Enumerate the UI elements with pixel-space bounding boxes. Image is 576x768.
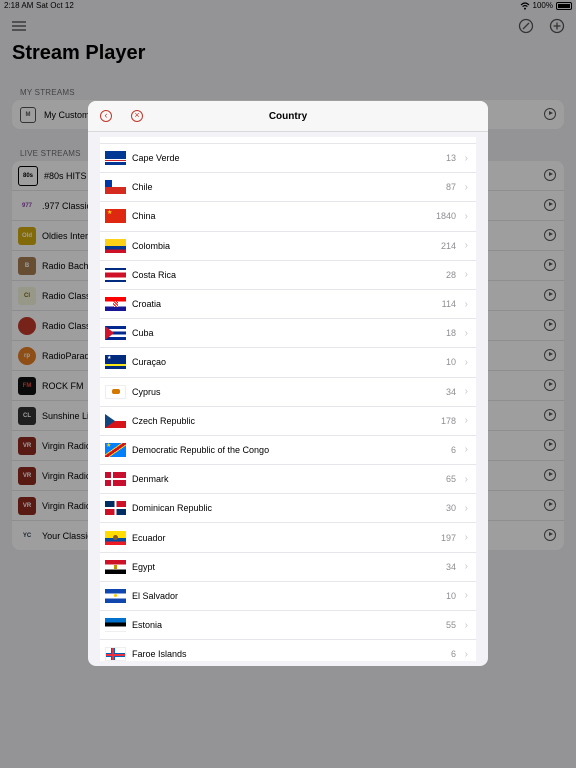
country-name: Czech Republic [132,415,196,426]
station-count: 1840 [435,211,456,222]
station-count: 65 [445,474,456,485]
country-name: Democratic Republic of the Congo [132,444,270,455]
chevron-right-icon: › [464,298,468,310]
country-name: Ecuador [132,532,166,543]
country-row[interactable]: ★ Democratic Republic of the Congo 6 › [100,436,476,466]
country-name: China [132,211,156,222]
flag-chile-icon [105,180,126,195]
station-count: 6 [450,444,456,455]
flag-curacao-icon: ★ [105,355,126,370]
flag-ecuador-icon [105,530,126,545]
country-row[interactable]: Egypt 34 › [100,553,476,582]
country-row[interactable]: Colombia 214 › [100,232,476,261]
flag-china-icon: ★ [105,209,126,224]
country-name: Croatia [132,299,162,310]
station-count: 6 [450,649,456,660]
modal-title: Country [268,111,308,122]
chevron-right-icon: › [464,181,468,193]
chevron-right-icon: › [464,327,468,339]
chevron-right-icon: › [464,502,468,514]
country-row[interactable]: Denmark 65 › [100,465,476,495]
flag-denmark-icon [105,472,126,487]
station-count: 114 [441,299,456,310]
chevron-right-icon: › [464,561,468,573]
country-name: Egypt [132,561,156,572]
flag-croatia-icon [105,297,126,312]
country-name: Costa Rica [132,269,177,280]
country-name: Cape Verde [132,153,180,164]
station-count: 34 [445,561,456,572]
flag-costa-rica-icon [105,267,126,282]
flag-cyprus-icon [105,384,126,399]
country-name: Colombia [132,240,171,251]
country-row[interactable]: ★ Curaçao 10 › [100,348,476,378]
country-name: Curaçao [132,357,167,368]
flag-dominican-republic-icon [105,501,126,516]
modal-header: ‹ × Country [88,101,488,132]
country-row[interactable]: El Salvador 10 › [100,582,476,611]
flag-cuba-icon [105,326,126,341]
country-row[interactable]: Cape Verde 13 › [100,144,476,174]
flag-cape-verde-icon [105,151,126,166]
station-count: 10 [445,590,456,601]
country-row[interactable]: Dominican Republic 30 › [100,494,476,524]
chevron-right-icon: › [464,532,468,544]
chevron-right-icon: › [464,619,468,631]
flag-colombia-icon [105,238,126,253]
station-count: 34 [445,386,456,397]
country-name: Dominican Republic [132,503,213,514]
station-count: 87 [445,182,456,193]
chevron-right-icon: › [464,648,468,660]
country-modal: ‹ × Country Cape Verde 13 › Chile 87 › ★… [88,101,488,666]
chevron-right-icon: › [464,240,468,252]
station-count: 55 [445,620,456,631]
station-count: 178 [440,415,456,426]
country-row[interactable]: Czech Republic 178 › [100,407,476,436]
country-name: El Salvador [132,590,179,601]
chevron-right-icon: › [464,590,468,602]
station-count: 30 [445,503,456,514]
chevron-right-icon: › [464,386,468,398]
country-row[interactable]: Faroe Islands 6 › [100,640,476,661]
country-name: Denmark [132,474,169,485]
country-row[interactable]: Cuba 18 › [100,319,476,349]
country-row[interactable]: Ecuador 197 › [100,523,476,553]
station-count: 13 [445,153,456,164]
list-top-edge [100,137,476,144]
chevron-right-icon: › [464,210,468,222]
station-count: 214 [440,240,456,251]
station-count: 28 [445,269,456,280]
country-row[interactable]: ★ China 1840 › [100,202,476,232]
country-name: Cuba [132,328,154,339]
station-count: 197 [440,532,456,543]
chevron-right-icon: › [464,473,468,485]
chevron-right-icon: › [464,269,468,281]
flag-estonia-icon [105,618,126,633]
country-row[interactable]: Croatia 114 › [100,290,476,320]
flag-czech-republic-icon [105,413,126,428]
country-row[interactable]: Cyprus 34 › [100,378,476,407]
country-row[interactable]: Estonia 55 › [100,611,476,641]
country-list: Cape Verde 13 › Chile 87 › ★ China 1840 … [100,137,476,661]
country-name: Estonia [132,620,163,631]
station-count: 18 [445,328,456,339]
chevron-right-icon: › [464,415,468,427]
country-name: Chile [132,182,153,193]
country-name: Cyprus [132,386,161,397]
country-name: Faroe Islands [132,649,187,660]
flag-faroe-islands-icon [105,647,126,661]
flag-el-salvador-icon [105,588,126,603]
flag-dr-congo-icon: ★ [105,442,126,457]
flag-egypt-icon [105,559,126,574]
chevron-right-icon: › [464,356,468,368]
chevron-right-icon: › [464,152,468,164]
country-row[interactable]: Costa Rica 28 › [100,261,476,290]
chevron-right-icon: › [464,444,468,456]
country-row[interactable]: Chile 87 › [100,173,476,203]
station-count: 10 [445,357,456,368]
